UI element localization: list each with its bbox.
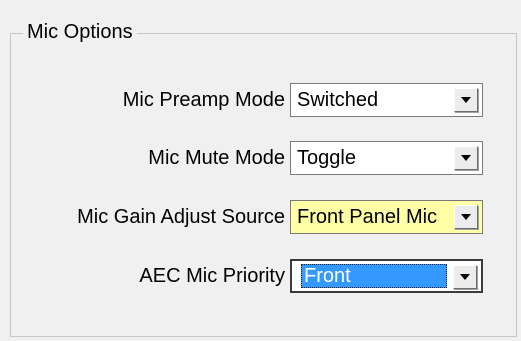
mic-preamp-mode-value: Switched [297,89,379,111]
group-title: Mic Options [23,20,137,44]
chevron-down-icon [461,214,471,220]
mic-gain-adjust-source-dropdown-button[interactable] [454,205,478,229]
mic-mute-mode-dropdown-button[interactable] [454,146,478,170]
aec-mic-priority-value: Front [301,264,447,288]
aec-mic-priority-label: AEC Mic Priority [139,265,285,287]
mic-preamp-mode-dropdown-button[interactable] [454,88,478,112]
mic-preamp-mode-label: Mic Preamp Mode [122,89,285,111]
mic-preamp-mode-dropdown[interactable]: Switched [290,83,483,117]
mic-mute-mode-value: Toggle [297,147,356,169]
aec-mic-priority-dropdown-button[interactable] [453,265,477,289]
chevron-down-icon [460,274,470,280]
mic-gain-adjust-source-value: Front Panel Mic [297,206,438,228]
mic-gain-adjust-source-label: Mic Gain Adjust Source [77,206,285,228]
mic-mute-mode-label: Mic Mute Mode [148,147,285,169]
chevron-down-icon [461,97,471,103]
aec-mic-priority-dropdown[interactable]: Front [290,259,483,293]
chevron-down-icon [461,155,471,161]
mic-gain-adjust-source-dropdown[interactable]: Front Panel Mic [290,200,483,234]
mic-mute-mode-dropdown[interactable]: Toggle [290,141,483,175]
